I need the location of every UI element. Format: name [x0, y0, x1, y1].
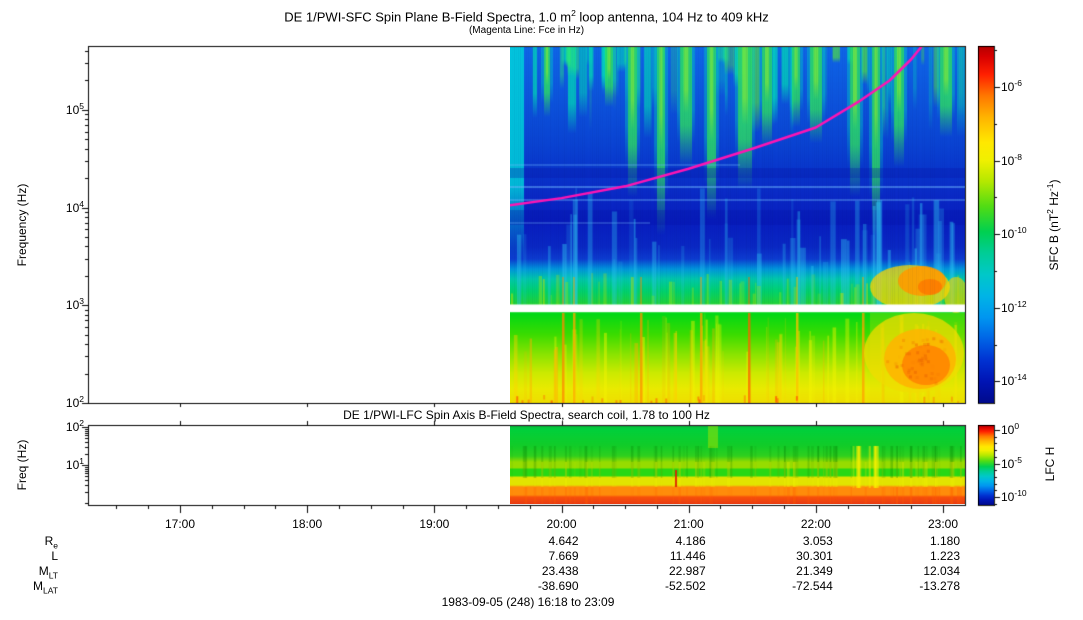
footer-ephemeris-value: 4.186	[626, 534, 706, 548]
sfc-colorbar-unit-label: SFC B (nT2 Hz-1)	[1045, 180, 1061, 271]
footer-ephemeris-value: 11.446	[626, 549, 706, 563]
footer-ephemeris-value: 7.669	[499, 549, 579, 563]
sfc-y-axis-label: Frequency (Hz)	[15, 184, 29, 267]
sfc-title: DE 1/PWI-SFC Spin Plane B-Field Spectra,…	[88, 8, 965, 24]
footer-row-label: MLT	[8, 564, 58, 580]
spectrogram-page: DE 1/PWI-SFC Spin Plane B-Field Spectra,…	[0, 0, 1083, 620]
lfc-colorbar-tick-label: 100	[1001, 421, 1019, 437]
footer-row-label: MLAT	[8, 579, 58, 595]
lfc-ytick-label: 102	[38, 418, 84, 434]
x-hour-label: 21:00	[657, 517, 721, 531]
footer-ephemeris-value: 12.034	[880, 564, 960, 578]
date-range-line: 1983-09-05 (248) 16:18 to 23:09	[378, 595, 678, 609]
x-hour-label: 22:00	[784, 517, 848, 531]
footer-ephemeris-value: -52.502	[626, 579, 706, 593]
sfc-colorbar-tick-label: 10-6	[1001, 78, 1022, 94]
footer-ephemeris-value: 4.642	[499, 534, 579, 548]
footer-ephemeris-value: 30.301	[753, 549, 833, 563]
lfc-colorbar-tick-label: 10-5	[1001, 455, 1022, 471]
footer-ephemeris-value: -13.278	[880, 579, 960, 593]
footer-ephemeris-value: 22.987	[626, 564, 706, 578]
footer-row-label: L	[8, 549, 58, 563]
x-hour-label: 19:00	[402, 517, 466, 531]
sfc-colorbar-tick-label: 10-14	[1001, 372, 1027, 388]
footer-ephemeris-value: 1.223	[880, 549, 960, 563]
footer-row-label: Re	[8, 534, 58, 550]
x-hour-label: 23:00	[911, 517, 975, 531]
sfc-colorbar-tick-label: 10-10	[1001, 225, 1027, 241]
sfc-ytick-label: 102	[38, 394, 84, 410]
x-hour-label: 18:00	[275, 517, 339, 531]
lfc-ytick-label: 101	[38, 456, 84, 472]
x-hour-label: 17:00	[148, 517, 212, 531]
sfc-colorbar-tick-label: 10-8	[1001, 152, 1022, 168]
footer-ephemeris-value: 23.438	[499, 564, 579, 578]
sfc-colorbar-tick-label: 10-12	[1001, 299, 1027, 315]
lfc-colorbar-unit-label: LFC H	[1043, 447, 1057, 482]
lfc-colorbar-tick-label: 10-10	[1001, 488, 1027, 504]
footer-ephemeris-value: 3.053	[753, 534, 833, 548]
footer-ephemeris-value: -38.690	[499, 579, 579, 593]
footer-ephemeris-value: 21.349	[753, 564, 833, 578]
footer-ephemeris-value: 1.180	[880, 534, 960, 548]
sfc-ytick-label: 105	[38, 101, 84, 117]
lfc-y-axis-label: Freq (Hz)	[15, 440, 29, 491]
footer-ephemeris-value: -72.544	[753, 579, 833, 593]
sfc-subtitle: (Magenta Line: Fce in Hz)	[88, 25, 965, 36]
lfc-title: DE 1/PWI-LFC Spin Axis B-Field Spectra, …	[88, 408, 965, 422]
sfc-ytick-label: 104	[38, 199, 84, 215]
sfc-ytick-label: 103	[38, 296, 84, 312]
x-hour-label: 20:00	[530, 517, 594, 531]
